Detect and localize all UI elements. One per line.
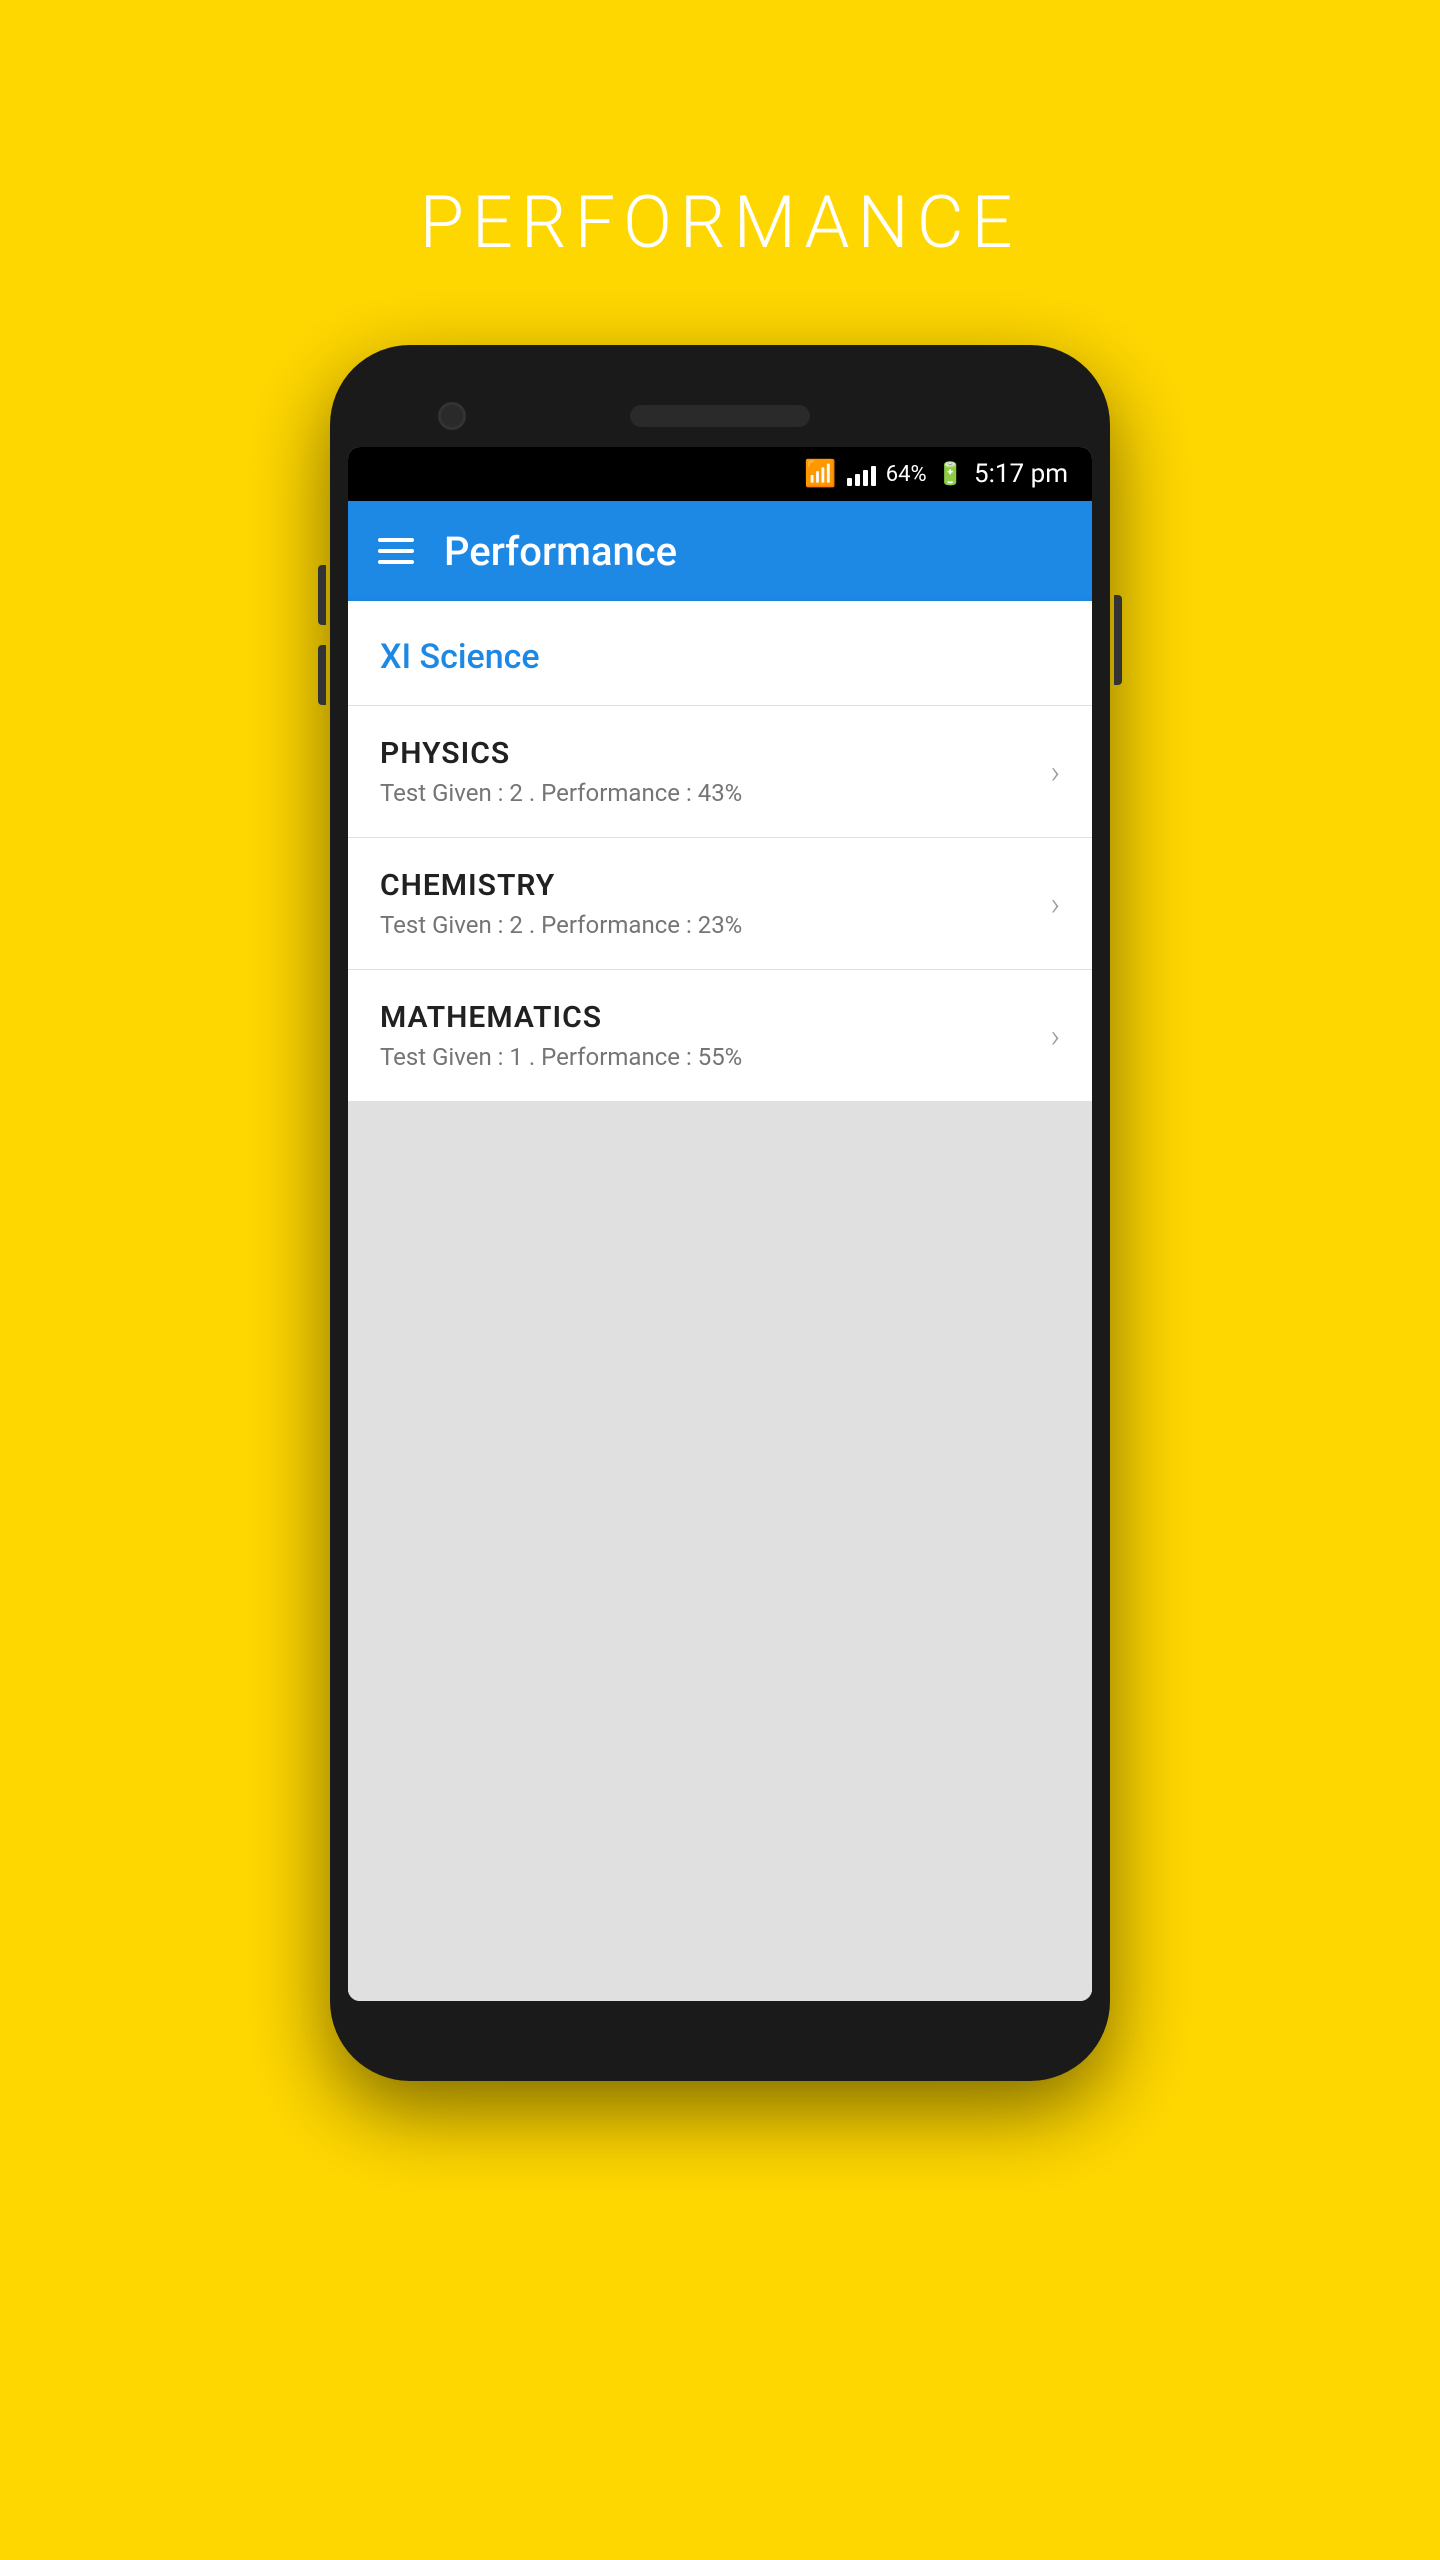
subject-item-physics[interactable]: PHYSICS Test Given : 2 . Performance : 4…: [348, 706, 1092, 838]
power-button: [1114, 595, 1122, 685]
chemistry-meta: Test Given : 2 . Performance : 23%: [380, 911, 742, 939]
phone-shell: 📶 64% 🔋 5:17 pm: [330, 345, 1110, 2081]
wifi-icon: 📶: [804, 459, 836, 489]
subject-item-mathematics[interactable]: MATHEMATICS Test Given : 1 . Performance…: [348, 970, 1092, 1101]
front-camera: [438, 402, 466, 430]
signal-icon: [847, 462, 876, 486]
physics-name: PHYSICS: [380, 736, 742, 771]
volume-up-button: [318, 565, 326, 625]
phone-screen: 📶 64% 🔋 5:17 pm: [348, 447, 1092, 2001]
chevron-right-icon: ›: [1050, 753, 1060, 791]
chevron-right-icon: ›: [1050, 885, 1060, 923]
mathematics-name: MATHEMATICS: [380, 1000, 742, 1035]
hamburger-menu-button[interactable]: [378, 538, 414, 564]
class-label: XI Science: [380, 637, 540, 677]
status-time: 5:17 pm: [974, 459, 1068, 489]
status-icons: 📶 64% 🔋 5:17 pm: [804, 459, 1068, 489]
app-bar-title: Performance: [444, 528, 677, 575]
subject-item-chemistry[interactable]: CHEMISTRY Test Given : 2 . Performance :…: [348, 838, 1092, 970]
physics-info: PHYSICS Test Given : 2 . Performance : 4…: [380, 736, 742, 807]
phone-speaker: [630, 405, 810, 427]
empty-area: [348, 1101, 1092, 2001]
physics-meta: Test Given : 2 . Performance : 43%: [380, 779, 742, 807]
page-title: PERFORMANCE: [420, 180, 1021, 265]
mathematics-meta: Test Given : 1 . Performance : 55%: [380, 1043, 742, 1071]
battery-percent: 64%: [886, 462, 927, 487]
battery-icon: 🔋: [937, 462, 964, 487]
chemistry-info: CHEMISTRY Test Given : 2 . Performance :…: [380, 868, 742, 939]
volume-down-button: [318, 645, 326, 705]
app-bar: Performance: [348, 501, 1092, 601]
chemistry-name: CHEMISTRY: [380, 868, 742, 903]
phone-top-bar: [348, 405, 1092, 427]
card-header: XI Science: [348, 601, 1092, 706]
status-bar: 📶 64% 🔋 5:17 pm: [348, 447, 1092, 501]
mathematics-info: MATHEMATICS Test Given : 1 . Performance…: [380, 1000, 742, 1071]
subjects-card: XI Science PHYSICS Test Given : 2 . Perf…: [348, 601, 1092, 1101]
chevron-right-icon: ›: [1050, 1017, 1060, 1055]
content-area: XI Science PHYSICS Test Given : 2 . Perf…: [348, 601, 1092, 2001]
